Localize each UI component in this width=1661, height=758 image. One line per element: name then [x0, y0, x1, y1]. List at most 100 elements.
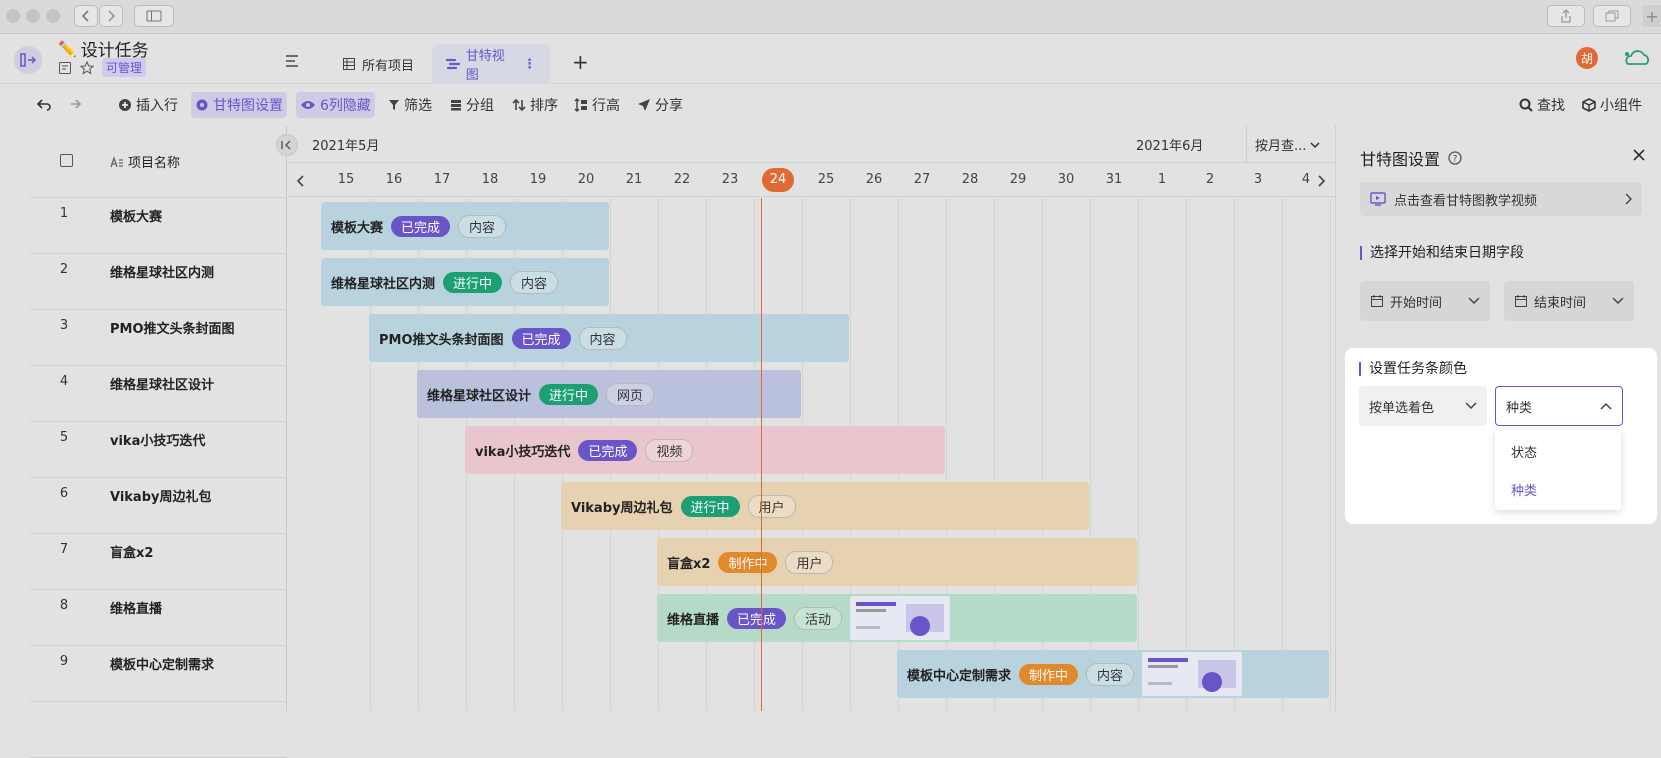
tabs-overview-button[interactable] — [1593, 5, 1631, 27]
task-bar[interactable]: 维格星球社区内测 进行中 内容 — [321, 258, 609, 306]
color-field-select[interactable]: 种类 — [1495, 386, 1623, 426]
find-label: 查找 — [1537, 98, 1565, 114]
scroll-timeline-left-button[interactable] — [296, 174, 306, 188]
gear-icon — [196, 99, 208, 111]
tab-all-projects[interactable]: 所有项目 — [328, 44, 428, 84]
sync-cloud-button[interactable] — [1622, 48, 1652, 68]
new-tab-button[interactable]: + — [1643, 5, 1661, 27]
table-row[interactable]: 3 PMO推文头条封面图 — [30, 310, 287, 366]
table-row[interactable]: 9 模板中心定制需求 — [30, 646, 287, 702]
sidebar-toggle-button[interactable] — [134, 5, 174, 27]
close-panel-button[interactable] — [1632, 148, 1646, 162]
description-icon[interactable] — [58, 61, 72, 75]
insert-row-button[interactable]: 插入行 — [114, 92, 182, 118]
attachment-thumbnail[interactable] — [1142, 652, 1243, 696]
share-window-button[interactable] — [1547, 5, 1585, 27]
back-nav-button[interactable] — [74, 5, 98, 27]
day-label: 15 — [337, 172, 355, 187]
day-label: 28 — [961, 172, 979, 187]
row-name[interactable]: Vikaby周边礼包 — [110, 486, 212, 505]
end-date-field-select[interactable]: 结束时间 — [1504, 281, 1634, 321]
table-row[interactable]: 4 维格星球社区设计 — [30, 366, 287, 422]
group-label: 分组 — [466, 98, 494, 114]
dropdown-option-status[interactable]: 状态 — [1495, 434, 1621, 466]
today-line — [761, 198, 762, 711]
table-row[interactable]: 1 模板大赛 — [30, 198, 287, 254]
row-name[interactable]: 维格星球社区设计 — [110, 374, 214, 393]
row-name[interactable]: vika小技巧迭代 — [110, 430, 205, 449]
task-bar[interactable]: 盲盒x2 制作中 用户 — [657, 538, 1137, 586]
close-window-button[interactable] — [6, 9, 20, 23]
task-bar[interactable]: 模板大赛 已完成 内容 — [321, 202, 609, 250]
expand-sidebar-button[interactable] — [14, 46, 42, 74]
avatar[interactable]: 胡 — [1576, 47, 1598, 69]
view-list-toggle[interactable] — [284, 54, 300, 68]
permission-badge: 可管理 — [102, 58, 147, 77]
sort-button[interactable]: 排序 — [508, 92, 562, 118]
task-bar[interactable]: Vikaby周边礼包 进行中 用户 — [561, 482, 1089, 530]
day-label: 17 — [433, 172, 451, 187]
widget-button[interactable]: 小组件 — [1578, 92, 1646, 118]
day-label: 26 — [865, 172, 883, 187]
row-name[interactable]: PMO推文头条封面图 — [110, 318, 235, 337]
chevron-down-icon — [1310, 141, 1320, 148]
undo-icon — [36, 99, 51, 111]
column-header-label: 项目名称 — [128, 156, 181, 171]
day-label: 18 — [481, 172, 499, 187]
more-vertical-icon[interactable]: ⋮ — [523, 57, 536, 72]
row-name[interactable]: 维格直播 — [110, 598, 162, 617]
redo-button[interactable] — [62, 92, 86, 118]
sidebar-icon — [146, 10, 162, 22]
color-mode-select[interactable]: 按单选着色 — [1359, 386, 1487, 426]
toolbar: 插入行 甘特图设置 6列隐藏 筛选 分组 排序 行高 分享 查找 小组件 — [0, 85, 1661, 125]
share-button[interactable]: 分享 — [633, 92, 687, 118]
help-icon[interactable]: ? — [1448, 151, 1462, 165]
dropdown-option-type[interactable]: 种类 — [1495, 472, 1621, 504]
table-row[interactable]: 8 维格直播 — [30, 590, 287, 646]
table-row[interactable] — [30, 702, 287, 758]
task-bar[interactable]: vika小技巧迭代 已完成 视频 — [465, 426, 945, 474]
row-height-icon — [574, 98, 587, 112]
table-row[interactable]: 6 Vikaby周边礼包 — [30, 478, 287, 534]
column-header-name[interactable]: 项目名称 — [110, 152, 180, 171]
select-all-checkbox[interactable] — [60, 154, 73, 167]
task-bar[interactable]: 维格直播 已完成 活动 — [657, 594, 1137, 642]
row-name[interactable]: 盲盒x2 — [110, 542, 153, 561]
hidden-columns-button[interactable]: 6列隐藏 — [296, 92, 375, 118]
table-row[interactable]: 2 维格星球社区内测 — [30, 254, 287, 310]
gantt-settings-button[interactable]: 甘特图设置 — [191, 92, 287, 118]
add-view-button[interactable]: + — [572, 50, 589, 74]
tutorial-video-link[interactable]: 点击查看甘特图教学视频 — [1360, 182, 1642, 216]
task-bar[interactable]: 模板中心定制需求 制作中 内容 — [897, 650, 1329, 698]
row-number: 5 — [59, 430, 69, 445]
collapse-grid-button[interactable] — [276, 134, 298, 156]
find-button[interactable]: 查找 — [1515, 92, 1569, 118]
row-number: 9 — [59, 654, 69, 669]
row-name[interactable]: 模板大赛 — [110, 206, 162, 225]
table-row[interactable]: 5 vika小技巧迭代 — [30, 422, 287, 478]
plus-icon: + — [1645, 6, 1659, 26]
star-icon[interactable] — [80, 60, 94, 75]
group-button[interactable]: 分组 — [446, 92, 498, 118]
calendar-icon — [1371, 295, 1383, 307]
row-name[interactable]: 模板中心定制需求 — [110, 654, 214, 673]
forward-nav-button[interactable] — [99, 5, 123, 27]
maximize-window-button[interactable] — [46, 9, 60, 23]
attachment-thumbnail[interactable] — [850, 596, 951, 640]
undo-button[interactable] — [32, 92, 56, 118]
row-height-button[interactable]: 行高 — [570, 92, 624, 118]
tab-gantt-view[interactable]: 甘特视图 ⋮ — [432, 44, 550, 84]
minimize-window-button[interactable] — [26, 9, 40, 23]
status-badge: 制作中 — [718, 551, 778, 573]
task-bar[interactable]: PMO推文头条封面图 已完成 内容 — [369, 314, 849, 362]
task-bar[interactable]: 维格星球社区设计 进行中 网页 — [417, 370, 801, 418]
today-day-label: 24 — [762, 168, 794, 192]
filter-button[interactable]: 筛选 — [384, 92, 436, 118]
color-field-label: 种类 — [1506, 400, 1533, 416]
type-badge: 内容 — [1086, 662, 1135, 686]
task-bar-title: 盲盒x2 — [667, 556, 711, 572]
start-date-field-select[interactable]: 开始时间 — [1360, 281, 1490, 321]
time-scale-select[interactable]: 按月查... — [1246, 126, 1334, 163]
table-row[interactable]: 7 盲盒x2 — [30, 534, 287, 590]
row-name[interactable]: 维格星球社区内测 — [110, 262, 214, 281]
